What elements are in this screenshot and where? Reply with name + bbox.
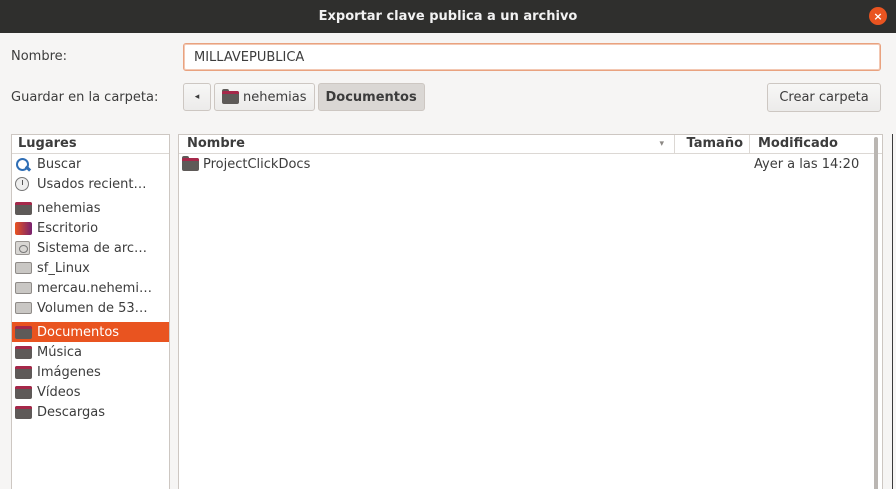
filesystem-icon — [15, 241, 30, 255]
place-label: Volumen de 53… — [37, 300, 148, 316]
place-label: Documentos — [37, 324, 120, 340]
path-bar: ◂ nehemias Documentos — [183, 83, 425, 111]
places-sidebar: Lugares Buscar Usados recient… nehemias … — [11, 134, 170, 489]
place-documentos[interactable]: Documentos — [12, 322, 169, 342]
name-label: Nombre: — [11, 49, 68, 64]
place-musica[interactable]: Música — [12, 342, 169, 362]
search-icon — [15, 157, 32, 171]
place-label: Sistema de arc… — [37, 240, 148, 256]
file-name-cell: ProjectClickDocs — [179, 155, 675, 172]
drive-icon — [15, 282, 32, 294]
dialog-titlebar: Exportar clave publica a un archivo × — [0, 0, 896, 33]
file-row[interactable]: ProjectClickDocs Ayer a las 14:20 — [179, 154, 882, 174]
place-label: Imágenes — [37, 364, 101, 380]
folder-icon — [15, 345, 32, 359]
column-header-size[interactable]: Tamaño — [675, 135, 750, 153]
close-button[interactable]: × — [869, 7, 887, 25]
path-crumb-label: Documentos — [325, 89, 417, 105]
arrow-left-icon: ◂ — [194, 92, 200, 102]
file-list-header: Nombre ▾ Tamaño Modificado — [179, 135, 882, 154]
path-crumb-nehemias[interactable]: nehemias — [214, 83, 315, 111]
place-label: Usados recient… — [37, 176, 147, 192]
file-modified: Ayer a las 14:20 — [754, 156, 860, 172]
place-filesystem[interactable]: Sistema de arc… — [12, 238, 169, 258]
place-sf-linux[interactable]: sf_Linux — [12, 258, 169, 278]
drive-icon — [15, 262, 32, 274]
folder-label: Guardar en la carpeta: — [11, 90, 159, 105]
column-header-modified[interactable]: Modificado — [750, 135, 882, 153]
file-list: Nombre ▾ Tamaño Modificado ProjectClickD… — [178, 134, 883, 489]
place-label: sf_Linux — [37, 260, 90, 276]
place-label: Buscar — [37, 156, 82, 172]
place-escritorio[interactable]: Escritorio — [12, 218, 169, 238]
column-label: Nombre — [187, 136, 245, 151]
folder-icon — [15, 405, 32, 419]
folder-icon — [182, 155, 199, 171]
place-nehemias[interactable]: nehemias — [12, 198, 169, 218]
folder-icon — [15, 385, 32, 399]
file-name: ProjectClickDocs — [203, 156, 311, 172]
place-mercau[interactable]: mercau.nehemi… — [12, 278, 169, 298]
path-crumb-label: nehemias — [243, 89, 307, 105]
filename-input[interactable] — [183, 43, 881, 71]
place-label: nehemias — [37, 200, 101, 216]
places-header: Lugares — [12, 135, 169, 154]
sort-descending-icon: ▾ — [659, 139, 664, 149]
folder-icon — [15, 325, 32, 339]
column-header-name[interactable]: Nombre ▾ — [179, 135, 675, 153]
place-descargas[interactable]: Descargas — [12, 402, 169, 422]
place-label: Escritorio — [37, 220, 99, 236]
place-imagenes[interactable]: Imágenes — [12, 362, 169, 382]
recent-icon — [15, 177, 29, 191]
file-list-scrollbar[interactable] — [874, 137, 878, 489]
dialog-title: Exportar clave publica a un archivo — [318, 9, 578, 24]
place-label: Descargas — [37, 404, 106, 420]
drive-icon — [15, 302, 32, 314]
window-edge — [883, 134, 896, 489]
place-label: Música — [37, 344, 82, 360]
path-back-button[interactable]: ◂ — [183, 83, 211, 111]
path-crumb-documentos[interactable]: Documentos — [317, 83, 425, 111]
place-recent[interactable]: Usados recient… — [12, 174, 169, 194]
place-videos[interactable]: Vídeos — [12, 382, 169, 402]
place-volumen[interactable]: Volumen de 53… — [12, 298, 169, 318]
place-buscar[interactable]: Buscar — [12, 154, 169, 174]
place-label: Vídeos — [37, 384, 81, 400]
place-label: mercau.nehemi… — [37, 280, 152, 296]
create-folder-button[interactable]: Crear carpeta — [767, 83, 881, 112]
folder-icon — [222, 88, 239, 104]
folder-icon — [15, 365, 32, 379]
home-folder-icon — [15, 201, 32, 215]
desktop-icon — [15, 221, 32, 235]
close-icon: × — [873, 9, 883, 23]
